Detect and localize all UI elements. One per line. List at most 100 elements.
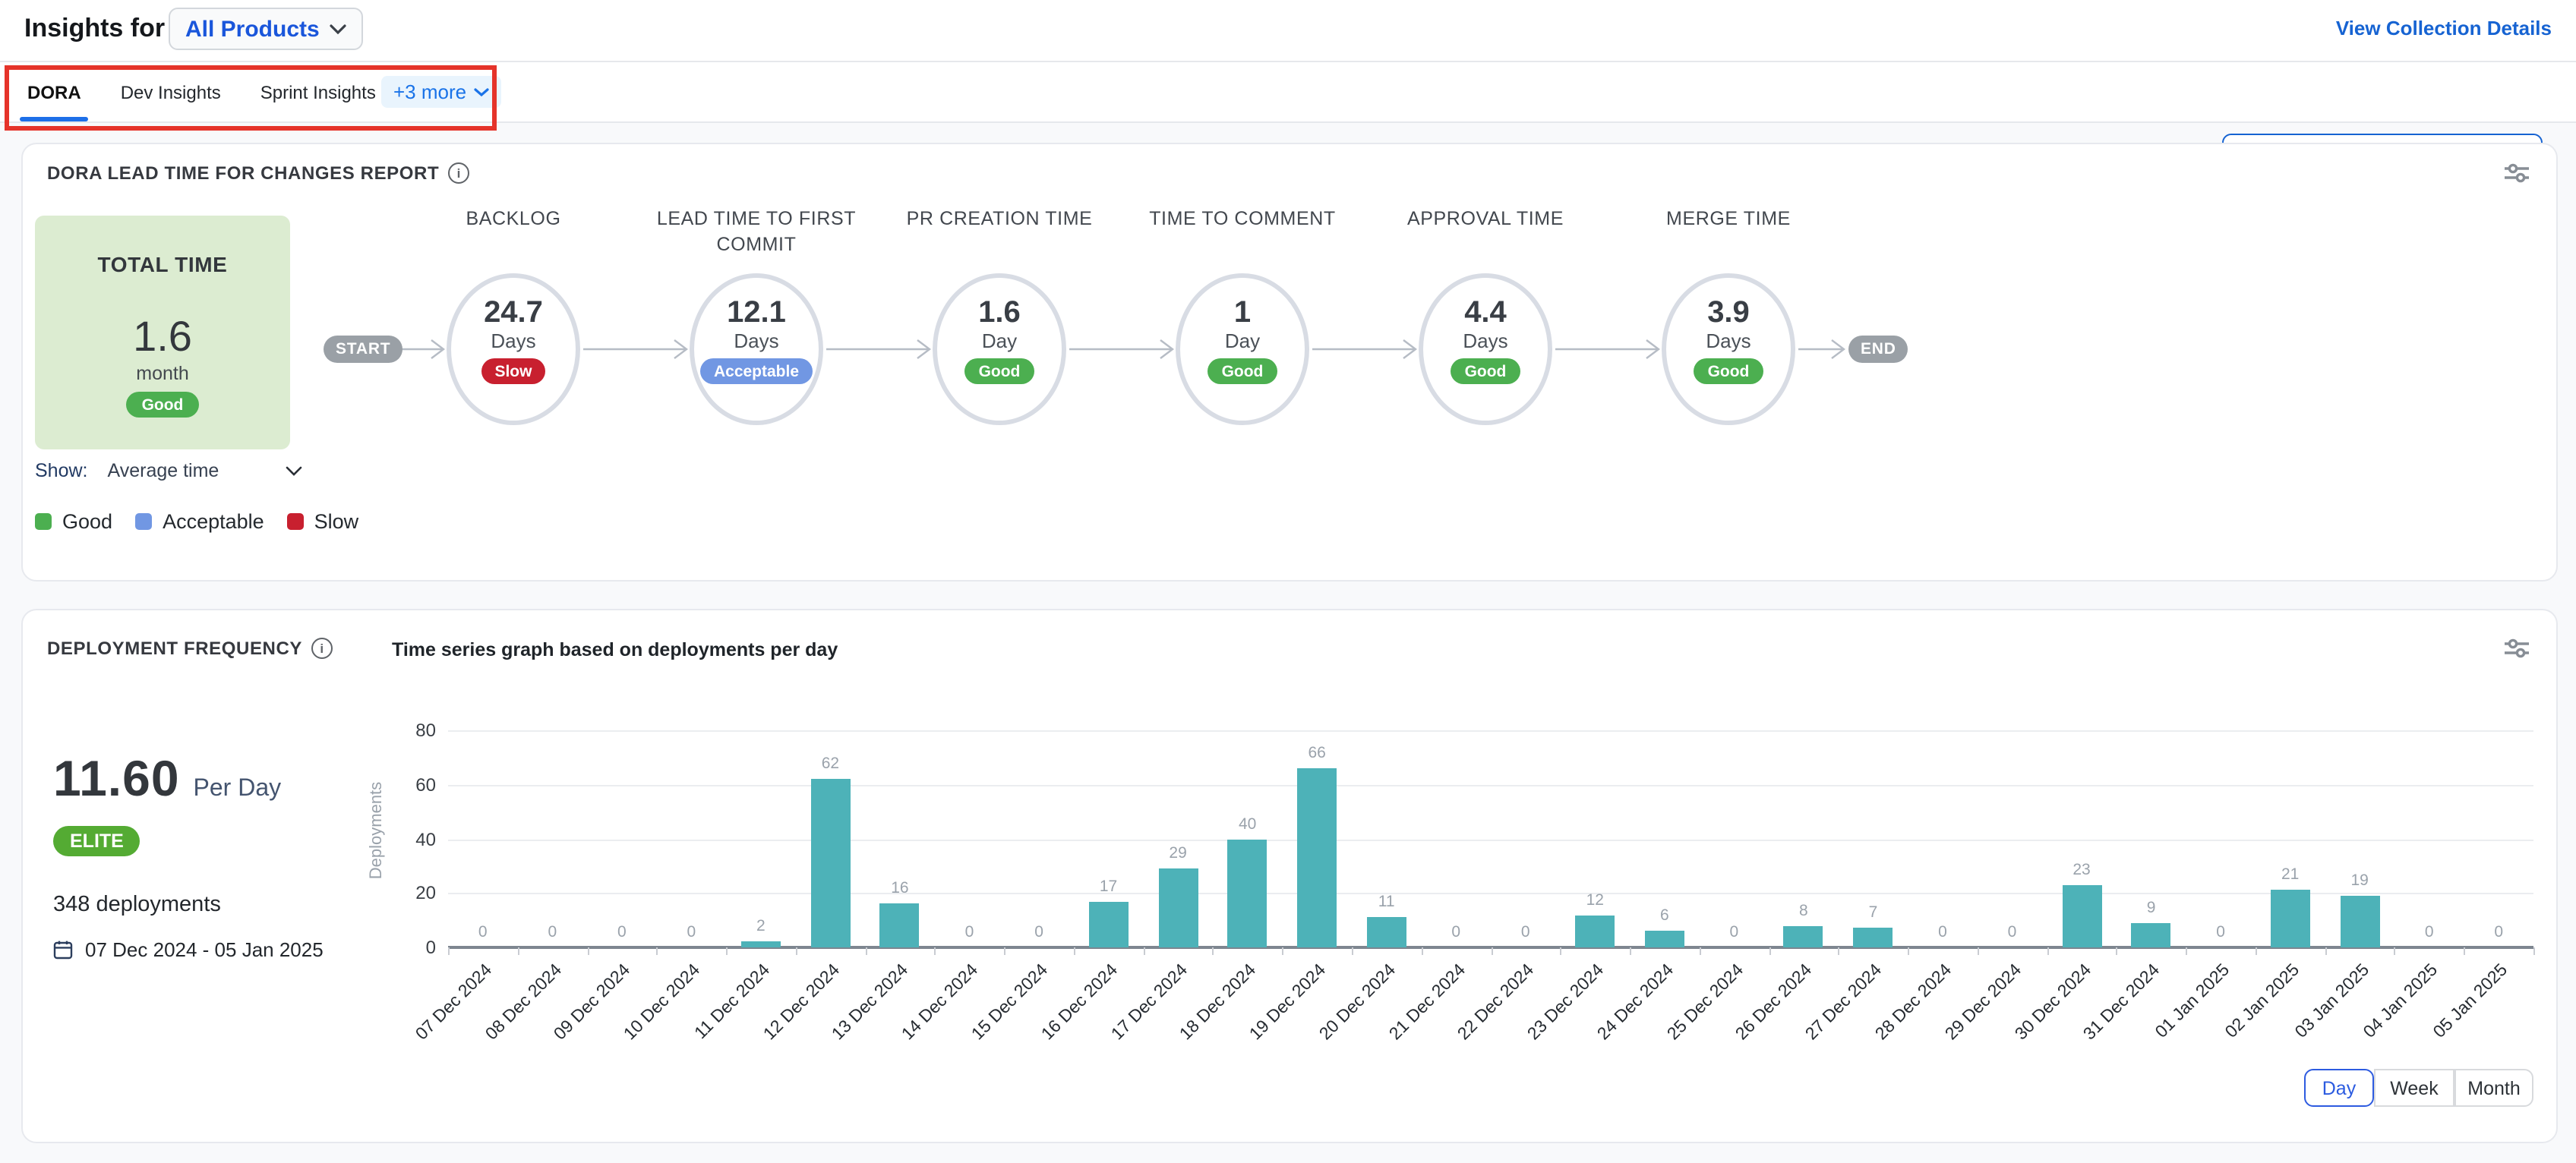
x-axis-tick [1074, 947, 1075, 955]
stage-value: 12.1 [727, 296, 786, 331]
lead-time-card: DORA LEAD TIME FOR CHANGES REPORT TOTAL … [21, 143, 2558, 582]
x-axis-tick [1352, 947, 1353, 955]
bar[interactable] [2062, 885, 2101, 947]
bar[interactable] [2271, 890, 2310, 947]
bar-value-label: 19 [2329, 871, 2390, 890]
bar[interactable] [2132, 923, 2171, 947]
stage-circle[interactable]: 1.6Day Good [933, 273, 1066, 425]
x-axis-tick [1978, 947, 1979, 955]
bar[interactable] [741, 942, 781, 947]
stage-circle[interactable]: 3.9DaysGood [1662, 273, 1795, 425]
x-axis-tick [1421, 947, 1422, 955]
bar-value-label: 17 [1078, 877, 1139, 895]
page-title: Insights for [24, 14, 165, 44]
more-tabs-dropdown[interactable]: +3 more [381, 76, 501, 108]
stage-unit: Days [734, 329, 778, 352]
legend-color-swatch [35, 513, 52, 530]
bar[interactable] [1158, 868, 1198, 947]
bar[interactable] [1784, 925, 1823, 947]
bar-value-label: 0 [592, 923, 652, 941]
legend-label: Slow [314, 510, 359, 533]
tabs-list: DORA Dev Insights Sprint Insights [24, 62, 379, 121]
x-axis-tick [2117, 947, 2118, 955]
deployment-frequency-card: DEPLOYMENT FREQUENCY Time series graph b… [21, 609, 2558, 1143]
stage-circle[interactable]: 12.1DaysAcceptable [690, 273, 823, 425]
status-badge: Good [1451, 358, 1520, 384]
bar[interactable] [1853, 928, 1893, 947]
granularity-button-day[interactable]: Day [2304, 1069, 2374, 1107]
status-badge: Good [1694, 358, 1763, 384]
x-axis-tick [2464, 947, 2465, 955]
y-axis-tick-label: 60 [375, 773, 436, 797]
bar-value-label: 0 [1009, 923, 1069, 941]
show-metric-dropdown[interactable]: Show: Average time [35, 460, 302, 481]
flow-end-pill: END [1848, 336, 1908, 363]
tab-sprint-insights[interactable]: Sprint Insights [257, 62, 379, 121]
status-badge: Good [965, 358, 1034, 384]
stage-circle[interactable]: 24.7DaysSlow [447, 273, 580, 425]
legend-item: Slow [287, 510, 359, 533]
stage-value: 4.4 [1464, 296, 1507, 331]
bar-value-label: 12 [1564, 890, 1625, 909]
stage-label: APPROVAL TIME [1356, 206, 1615, 232]
bar[interactable] [1089, 901, 1129, 947]
status-badge: Good [1208, 358, 1277, 384]
bar-value-label: 0 [1495, 923, 1556, 941]
status-legend: GoodAcceptableSlow [35, 510, 358, 533]
bar-value-label: 40 [1217, 815, 1278, 833]
bar-value-label: 0 [1912, 923, 1973, 941]
bar-value-label: 0 [453, 923, 513, 941]
bar-value-label: 2 [731, 918, 791, 936]
stage-label: LEAD TIME TO FIRST COMMIT [627, 206, 886, 257]
bar[interactable] [810, 779, 850, 947]
product-selector-value: All Products [185, 16, 320, 42]
gridline [448, 839, 2533, 840]
stage-unit: Days [1706, 329, 1750, 352]
x-axis-tick [1908, 947, 1909, 955]
legend-color-swatch [135, 513, 152, 530]
bar[interactable] [2340, 896, 2379, 947]
show-label: Show: [35, 460, 88, 481]
x-axis-tick [2533, 947, 2535, 955]
legend-color-swatch [287, 513, 304, 530]
x-axis-tick [587, 947, 589, 955]
stage-value: 1 [1234, 296, 1251, 331]
flow-start-pill: START [324, 336, 402, 363]
legend-item: Acceptable [135, 510, 264, 533]
x-axis-tick [726, 947, 728, 955]
stage-label: BACKLOG [384, 206, 642, 232]
x-axis-tick [2325, 947, 2326, 955]
view-collection-details-link[interactable]: View Collection Details [2336, 17, 2552, 39]
gridline [448, 730, 2533, 732]
product-selector-dropdown[interactable]: All Products [169, 8, 364, 50]
bar[interactable] [1228, 839, 1267, 947]
bar[interactable] [1297, 768, 1337, 947]
bar[interactable] [1645, 931, 1684, 947]
bar-value-label: 0 [661, 923, 721, 941]
bar-value-label: 0 [522, 923, 582, 941]
granularity-button-month[interactable]: Month [2454, 1069, 2533, 1107]
x-axis-tick [1004, 947, 1005, 955]
y-axis-tick-label: 80 [375, 718, 436, 742]
chevron-down-icon [330, 24, 347, 34]
x-axis-tick [1700, 947, 1701, 955]
bar[interactable] [1575, 915, 1615, 947]
x-axis-tick [865, 947, 867, 955]
status-badge: Slow [481, 358, 545, 384]
show-value: Average time [108, 460, 219, 481]
x-axis-tick [2186, 947, 2187, 955]
stage-unit: Day [982, 329, 1017, 352]
stage-circle[interactable]: 4.4DaysGood [1419, 273, 1552, 425]
bar[interactable] [880, 904, 920, 947]
bar-value-label: 6 [1634, 907, 1695, 925]
tab-dora[interactable]: DORA [24, 62, 84, 121]
stage-value: 1.6 [978, 296, 1021, 331]
granularity-button-week[interactable]: Week [2374, 1069, 2454, 1107]
bar-value-label: 21 [2260, 866, 2321, 884]
legend-label: Acceptable [163, 510, 264, 533]
bar[interactable] [1367, 918, 1406, 947]
stage-value: 24.7 [484, 296, 543, 331]
bar-value-label: 66 [1286, 744, 1347, 762]
stage-circle[interactable]: 1DayGood [1176, 273, 1309, 425]
tab-dev-insights[interactable]: Dev Insights [118, 62, 224, 121]
